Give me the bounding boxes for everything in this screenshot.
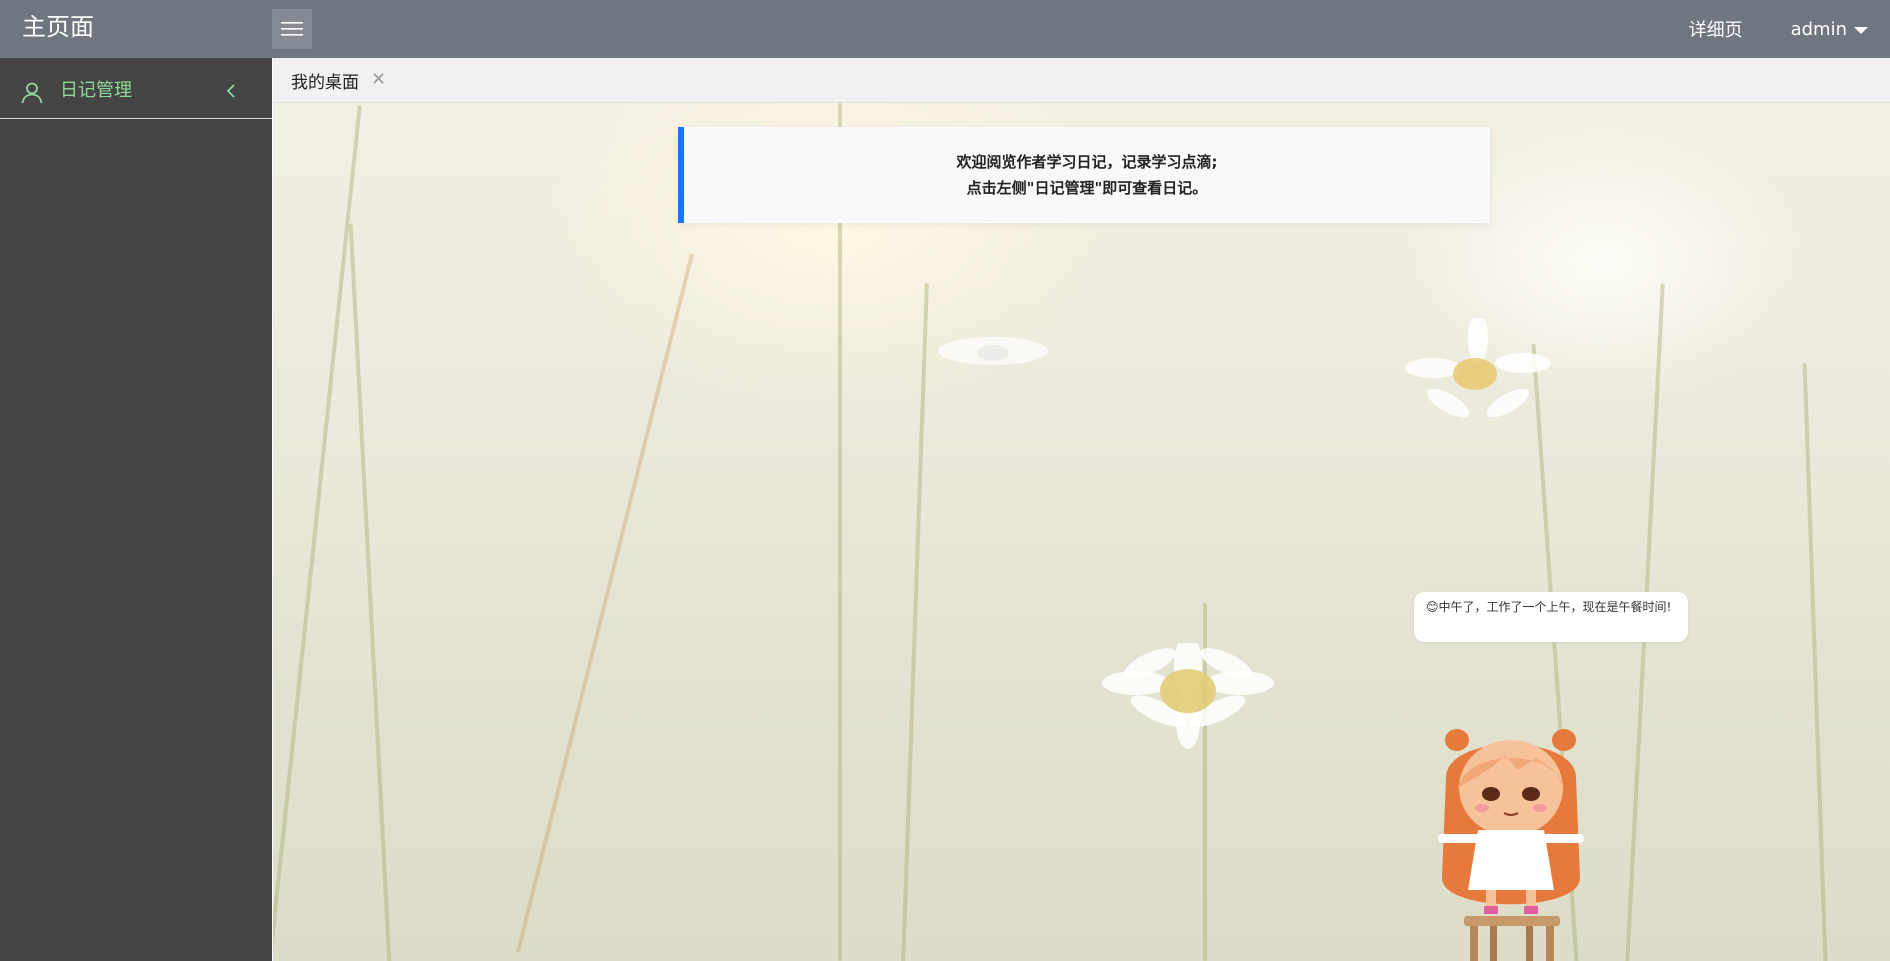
user-menu[interactable]: admin bbox=[1791, 19, 1868, 40]
mascot-message: 中午了，工作了一个上午，现在是午餐时间! bbox=[1438, 600, 1672, 614]
notice-line-2: 点击左侧"日记管理"即可查看日记。 bbox=[966, 179, 1208, 197]
sidebar-item-diary-management[interactable]: 日记管理 bbox=[0, 58, 272, 119]
detail-page-link[interactable]: 详细页 bbox=[1689, 16, 1743, 42]
mascot-speech-bubble: 😊中午了，工作了一个上午，现在是午餐时间! bbox=[1414, 592, 1688, 642]
brand-title[interactable]: 主页面 bbox=[22, 11, 94, 43]
sidebar: 日记管理 bbox=[0, 58, 272, 961]
user-name: admin bbox=[1790, 18, 1847, 40]
sidebar-item-label: 日记管理 bbox=[60, 80, 132, 101]
top-header: 主页面 详细页 admin bbox=[0, 0, 1890, 58]
notice-line-1: 欢迎阅览作者学习日记，记录学习点滴; bbox=[956, 153, 1218, 171]
mascot-character[interactable] bbox=[1436, 718, 1586, 961]
close-icon[interactable]: ✕ bbox=[371, 71, 386, 89]
sidebar-toggle-button[interactable] bbox=[272, 9, 312, 49]
tab-label: 我的桌面 bbox=[291, 72, 359, 93]
user-icon bbox=[20, 82, 44, 108]
chevron-left-icon bbox=[226, 83, 236, 102]
header-nav: 详细页 admin bbox=[1689, 0, 1890, 58]
caret-down-icon bbox=[1854, 26, 1868, 34]
tab-my-desktop[interactable]: 我的桌面 ✕ bbox=[291, 58, 386, 102]
smile-icon: 😊 bbox=[1426, 600, 1439, 614]
tab-bar: 我的桌面 ✕ bbox=[273, 58, 1890, 103]
welcome-notice: 欢迎阅览作者学习日记，记录学习点滴; 点击左侧"日记管理"即可查看日记。 bbox=[678, 127, 1490, 223]
desktop-content: 欢迎阅览作者学习日记，记录学习点滴; 点击左侧"日记管理"即可查看日记。 😊中午… bbox=[273, 103, 1890, 961]
